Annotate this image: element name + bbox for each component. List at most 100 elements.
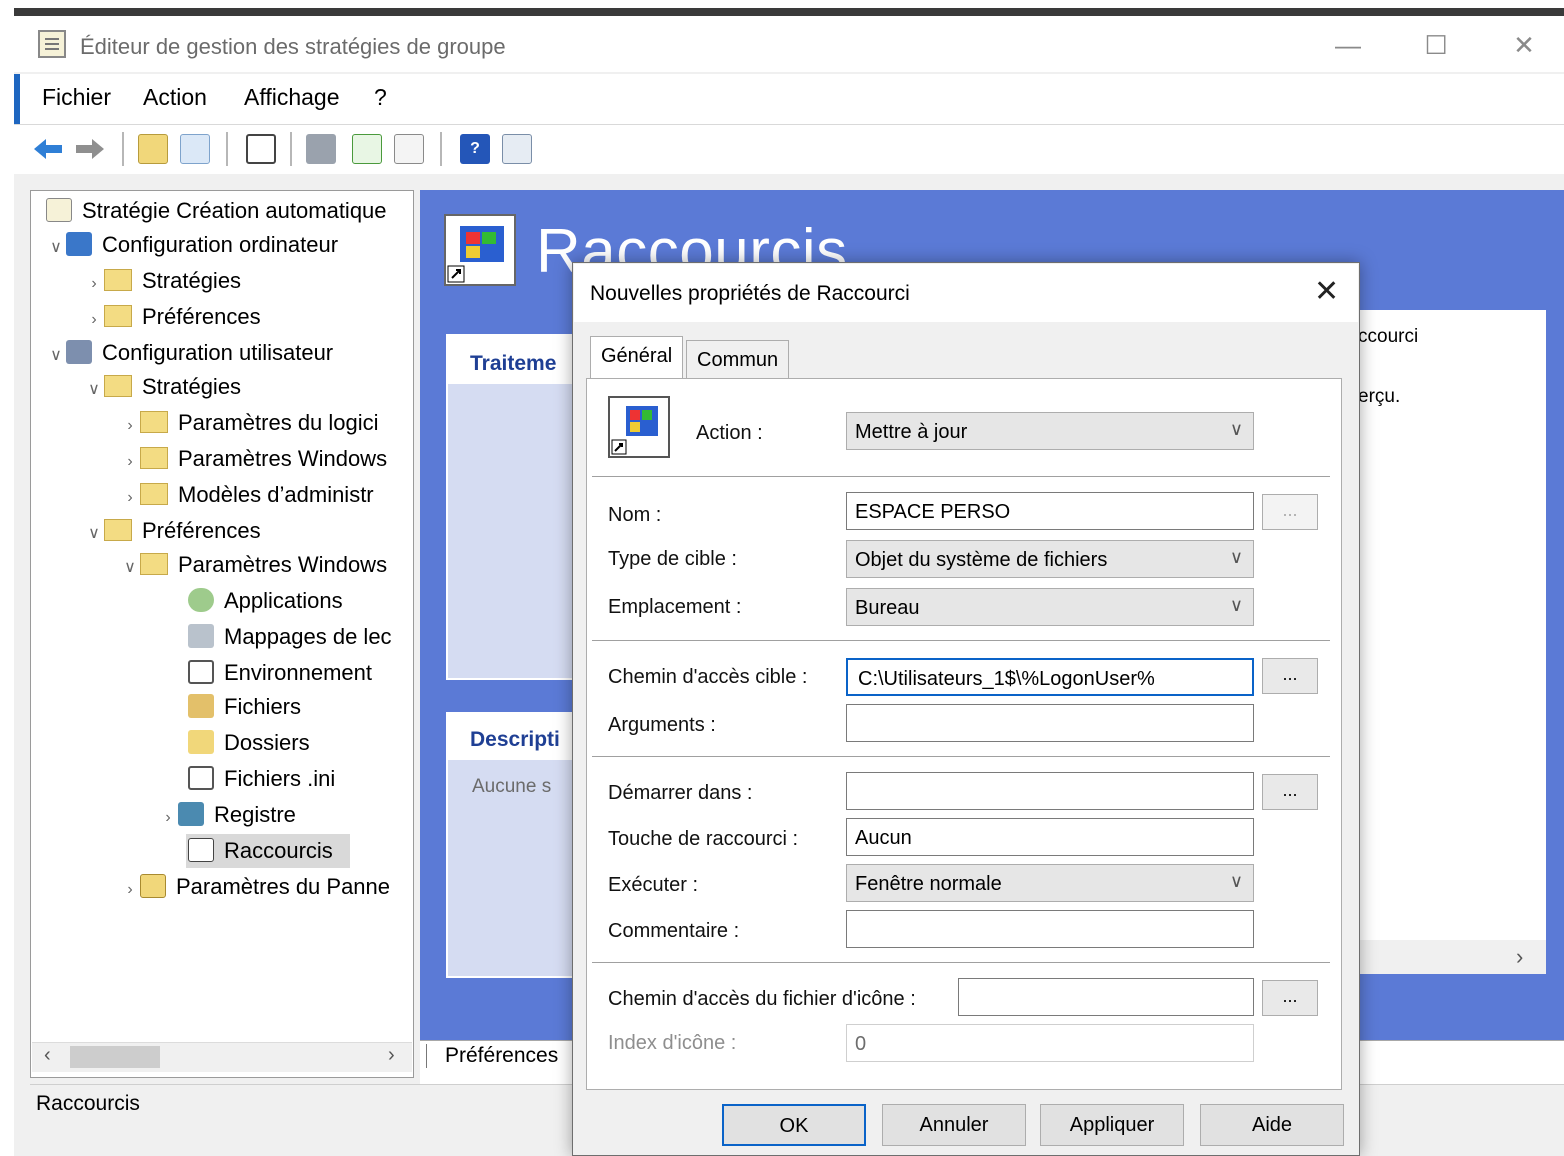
forward-arrow-icon[interactable]	[74, 134, 104, 164]
minimize-button[interactable]: —	[1328, 30, 1368, 61]
action-select[interactable]: Mettre à jour ∨	[846, 412, 1254, 450]
arguments-input[interactable]	[846, 704, 1254, 742]
window-title: Éditeur de gestion des stratégies de gro…	[80, 34, 506, 59]
hotkey-input[interactable]: Aucun	[846, 818, 1254, 856]
name-input[interactable]: ESPACE PERSO	[846, 492, 1254, 530]
target-type-select[interactable]: Objet du système de fichiers ∨	[846, 540, 1254, 578]
tree-drive-maps[interactable]: Mappages de lec	[188, 620, 392, 654]
menu-affichage[interactable]: Affichage	[244, 84, 339, 111]
tab-preferences[interactable]: Préférences	[426, 1044, 558, 1068]
start-in-input[interactable]	[846, 772, 1254, 810]
help-icon[interactable]: ?	[460, 134, 490, 164]
processing-body	[448, 384, 574, 678]
tree-shortcuts[interactable]: Raccourcis	[188, 834, 333, 868]
tree-software-settings[interactable]: › Paramètres du logici	[120, 406, 378, 443]
target-path-browse-button[interactable]: ...	[1262, 658, 1318, 694]
drive-map-icon	[188, 624, 214, 649]
tree-uc-prefs[interactable]: ∨ Préférences	[84, 514, 260, 551]
applications-icon	[188, 588, 214, 613]
gpo-editor-app-icon	[38, 30, 66, 58]
properties-icon[interactable]	[502, 134, 532, 164]
apply-button[interactable]: Appliquer	[1040, 1104, 1184, 1146]
tree-ini-files[interactable]: Fichiers .ini	[188, 762, 335, 796]
computer-icon	[66, 232, 92, 257]
scrollbar-thumb[interactable]	[70, 1046, 160, 1068]
scroll-right-arrow-icon[interactable]: ›	[1516, 944, 1523, 970]
chevron-right-icon[interactable]: ›	[120, 481, 140, 515]
folder-icon	[140, 483, 168, 506]
tree-user-config[interactable]: ∨ Configuration utilisateur	[46, 336, 333, 370]
location-select[interactable]: Bureau ∨	[846, 588, 1254, 626]
clipboard-icon[interactable]	[246, 134, 276, 164]
up-folder-icon[interactable]	[138, 134, 168, 164]
icon-path-input[interactable]	[958, 978, 1254, 1016]
icon-index-input: 0	[846, 1024, 1254, 1062]
chevron-down-icon[interactable]: ∨	[46, 339, 66, 373]
tree-pref-windows-settings[interactable]: ∨ Paramètres Windows	[120, 548, 387, 582]
chevron-down-icon: ∨	[1229, 419, 1243, 439]
folder-icon	[140, 447, 168, 470]
tree-windows-settings[interactable]: › Paramètres Windows	[120, 442, 387, 476]
scroll-right-arrow-icon[interactable]: ›	[388, 1044, 395, 1067]
separator	[592, 756, 1330, 757]
tree-registry[interactable]: › Registre	[158, 798, 296, 832]
refresh-icon[interactable]	[352, 134, 382, 164]
chevron-right-icon[interactable]: ›	[120, 409, 140, 443]
menu-action[interactable]: Action	[143, 84, 207, 111]
back-arrow-icon[interactable]	[32, 134, 62, 164]
chevron-right-icon[interactable]: ›	[120, 873, 140, 907]
shortcut-icon	[188, 838, 214, 863]
chevron-right-icon[interactable]: ›	[84, 267, 104, 301]
tree-admin-templates[interactable]: › Modèles d’administr	[120, 478, 373, 515]
chevron-down-icon: ∨	[1229, 871, 1243, 891]
export-icon[interactable]	[394, 134, 424, 164]
tree-cc-policies[interactable]: › Stratégies	[84, 264, 241, 298]
menu-fichier[interactable]: Fichier	[42, 84, 111, 111]
shortcut-large-icon	[444, 214, 516, 286]
ok-button[interactable]: OK	[722, 1104, 866, 1146]
chevron-right-icon[interactable]: ›	[120, 445, 140, 479]
folder-icon	[104, 375, 132, 398]
tree-root[interactable]: Stratégie Création automatique	[46, 194, 387, 228]
chevron-down-icon[interactable]: ∨	[84, 517, 104, 551]
show-hide-tree-icon[interactable]	[180, 134, 210, 164]
chevron-down-icon[interactable]: ∨	[84, 373, 104, 407]
users-icon	[66, 340, 92, 365]
list-text-2: erçu.	[1358, 386, 1401, 407]
dialog-close-button[interactable]: ✕	[1314, 274, 1339, 309]
policy-document-icon	[46, 198, 72, 223]
chevron-right-icon[interactable]: ›	[158, 801, 178, 835]
tab-general[interactable]: Général	[590, 336, 684, 382]
chevron-right-icon[interactable]: ›	[84, 303, 104, 337]
name-browse-button[interactable]: ...	[1262, 494, 1318, 530]
icon-path-browse-button[interactable]: ...	[1262, 980, 1318, 1016]
tree-folders[interactable]: Dossiers	[188, 726, 310, 760]
maximize-button[interactable]: ☐	[1416, 30, 1456, 61]
hotkey-label: Touche de raccourci :	[608, 828, 799, 850]
folders-icon	[188, 730, 214, 755]
tree-applications[interactable]: Applications	[188, 584, 343, 618]
folder-icon	[140, 411, 168, 434]
tree-files[interactable]: Fichiers	[188, 690, 301, 724]
tree-cc-prefs[interactable]: › Préférences	[84, 300, 260, 337]
chevron-down-icon[interactable]: ∨	[46, 231, 66, 265]
tree-uc-policies[interactable]: ∨ Stratégies	[84, 370, 241, 404]
tree-computer-config[interactable]: ∨ Configuration ordinateur	[46, 228, 338, 262]
environment-icon	[188, 660, 214, 685]
cancel-button[interactable]: Annuler	[882, 1104, 1026, 1146]
close-window-button[interactable]: ✕	[1504, 30, 1544, 61]
separator	[592, 640, 1330, 641]
tab-common[interactable]: Commun	[686, 340, 790, 380]
menu-help[interactable]: ?	[374, 84, 387, 111]
list-text-1: ccourci	[1358, 326, 1419, 347]
print-icon[interactable]	[306, 134, 336, 164]
tree-environment[interactable]: Environnement	[188, 656, 372, 690]
comment-input[interactable]	[846, 910, 1254, 948]
chevron-down-icon[interactable]: ∨	[120, 551, 140, 585]
scroll-left-arrow-icon[interactable]: ‹	[44, 1044, 51, 1067]
help-button[interactable]: Aide	[1200, 1104, 1344, 1146]
run-select[interactable]: Fenêtre normale ∨	[846, 864, 1254, 902]
tree-control-panel[interactable]: › Paramètres du Panne	[120, 870, 390, 904]
start-in-browse-button[interactable]: ...	[1262, 774, 1318, 810]
target-path-input[interactable]: C:\Utilisateurs_1$\%LogonUser%	[846, 658, 1254, 696]
